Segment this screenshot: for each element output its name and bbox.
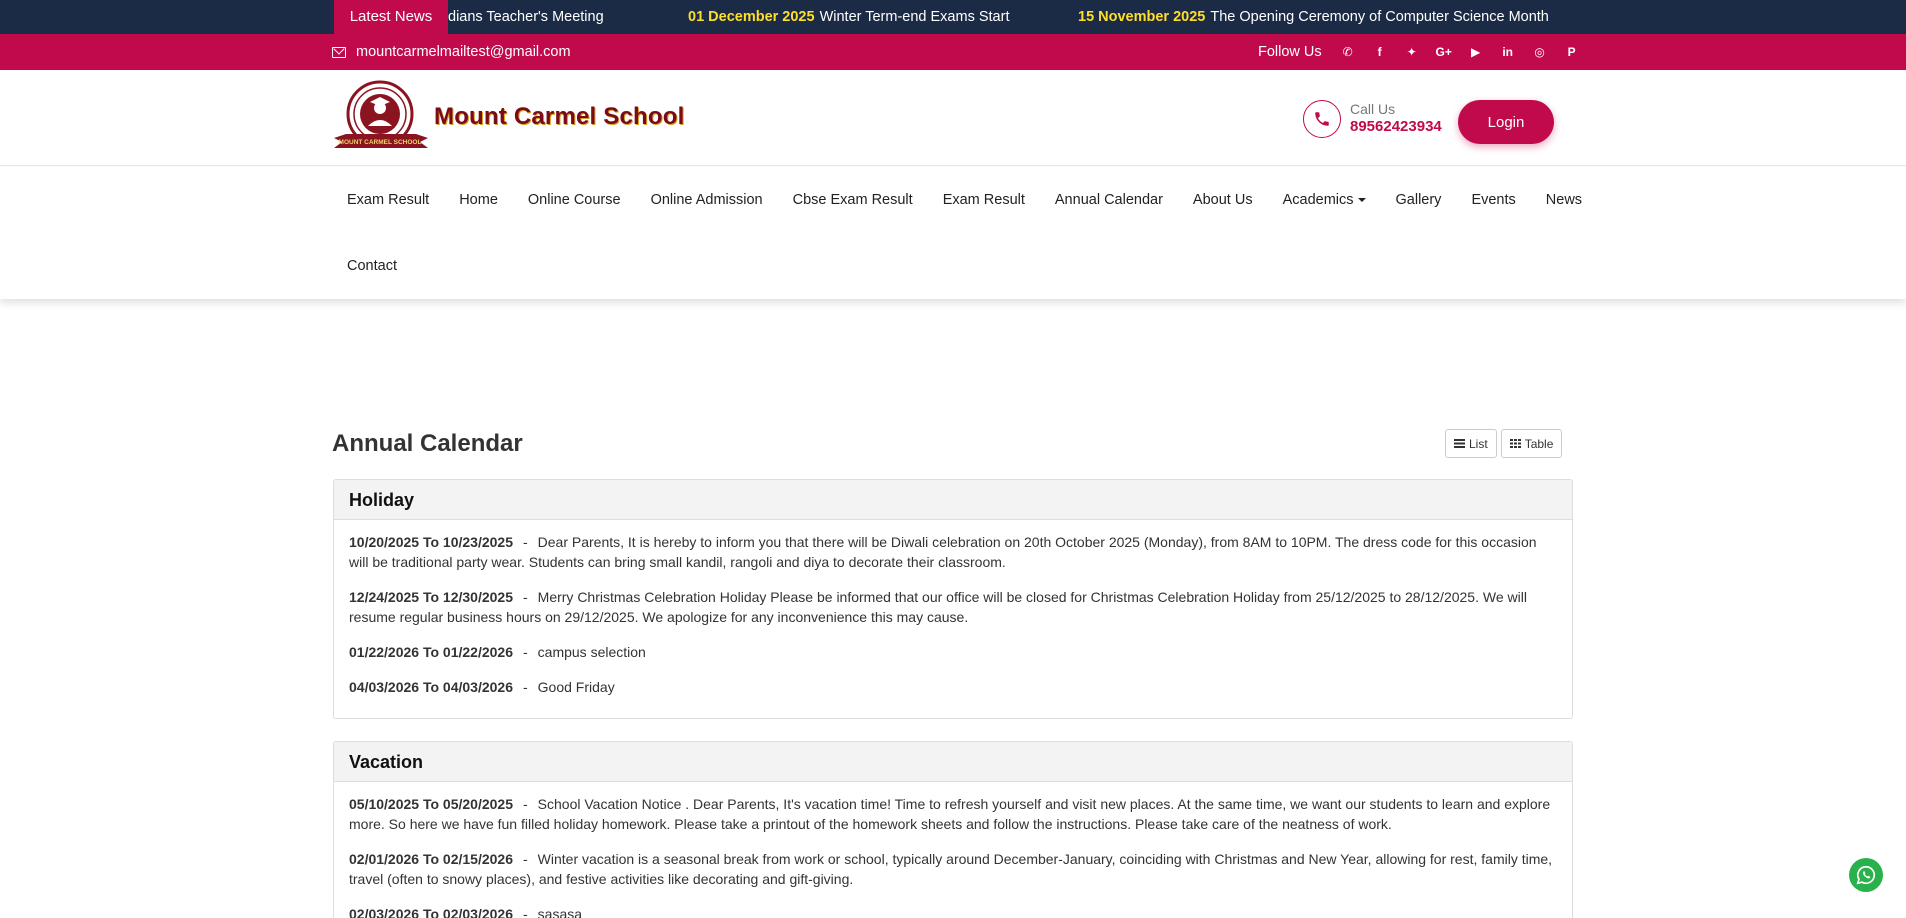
event-text: campus selection: [537, 644, 646, 660]
ticker-item-text: The Opening Ceremony of Computer Science…: [1210, 9, 1549, 25]
nav-item-events[interactable]: Events: [1456, 167, 1530, 233]
nav-item-online-course[interactable]: Online Course: [513, 167, 636, 233]
table-view-button[interactable]: Table: [1500, 429, 1563, 458]
vacation-panel: Vacation 05/10/2025 To 05/20/2025- School…: [333, 741, 1573, 918]
table-view-label: Table: [1524, 436, 1554, 451]
site-header: MOUNT CARMEL SCHOOL Mount Carmel School …: [0, 70, 1906, 166]
pinterest-icon[interactable]: P: [1556, 45, 1588, 59]
separator: -: [522, 679, 528, 695]
follow-us: Follow Us ✆ f ✦ G+ ▶ in ◎ P: [1258, 34, 1588, 70]
nav-item-exam-result[interactable]: Exam Result: [332, 167, 444, 233]
nav-item-about-us[interactable]: About Us: [1178, 167, 1268, 233]
event-date-range: 01/22/2026 To 01/22/2026: [349, 644, 513, 660]
nav-item-academics[interactable]: Academics: [1268, 167, 1381, 233]
grid-icon: [1509, 439, 1521, 448]
nav-item-exam-result-2[interactable]: Exam Result: [928, 167, 1040, 233]
panel-body: 10/20/2025 To 10/23/2025- Dear Parents, I…: [334, 520, 1572, 718]
email-text: mountcarmelmailtest@gmail.com: [356, 44, 571, 60]
ticker-item[interactable]: 15 November 2025 The Opening Ceremony of …: [1078, 0, 1549, 34]
event-date-range: 02/01/2026 To 02/15/2026: [349, 851, 513, 867]
ticker-item-date: 01 December 2025: [688, 9, 815, 25]
list-item: 02/01/2026 To 02/15/2026- Winter vacation…: [349, 849, 1557, 889]
separator: -: [522, 644, 528, 660]
school-seal-icon: MOUNT CARMEL SCHOOL: [332, 78, 430, 156]
phone-icon: [1303, 100, 1341, 138]
ticker-item-text: Winter Term-end Exams Start: [819, 9, 1010, 25]
instagram-icon[interactable]: ◎: [1524, 45, 1556, 59]
nav-item-annual-calendar[interactable]: Annual Calendar: [1040, 167, 1178, 233]
page-title: Annual Calendar: [332, 430, 523, 457]
google-plus-icon[interactable]: G+: [1428, 45, 1460, 59]
linkedin-icon[interactable]: in: [1492, 45, 1524, 59]
nav-item-contact[interactable]: Contact: [332, 233, 412, 299]
nav-item-gallery[interactable]: Gallery: [1381, 167, 1457, 233]
school-name: Mount Carmel School: [434, 103, 685, 130]
event-date-range: 12/24/2025 To 12/30/2025: [349, 589, 513, 605]
panel-heading: Vacation: [334, 742, 1572, 782]
follow-us-label: Follow Us: [1258, 44, 1322, 60]
latest-news-ticker: Latest News dians Teacher's Meeting 01 D…: [0, 0, 1906, 34]
panel-heading: Holiday: [334, 480, 1572, 520]
whatsapp-chat-icon[interactable]: [1849, 858, 1883, 892]
caret-down-icon: [1357, 198, 1366, 203]
panel-body: 05/10/2025 To 05/20/2025- School Vacation…: [334, 782, 1572, 918]
holiday-panel: Holiday 10/20/2025 To 10/23/2025- Dear Pa…: [333, 479, 1573, 719]
facebook-icon[interactable]: f: [1364, 45, 1396, 59]
login-button[interactable]: Login: [1458, 100, 1554, 144]
list-item: 05/10/2025 To 05/20/2025- School Vacation…: [349, 794, 1557, 834]
event-text: sasasa: [537, 906, 583, 918]
email-link[interactable]: mountcarmelmailtest@gmail.com: [332, 34, 571, 70]
view-toggle: List Table: [1445, 429, 1563, 458]
list-item: 12/24/2025 To 12/30/2025- Merry Christmas…: [349, 587, 1557, 627]
list-item: 04/03/2026 To 04/03/2026- Good Friday: [349, 677, 1557, 697]
main-nav: Exam Result Home Online Course Online Ad…: [0, 167, 1906, 299]
separator: -: [522, 851, 528, 867]
nav-item-news[interactable]: News: [1531, 167, 1597, 233]
ticker-item-date: 15 November 2025: [1078, 9, 1206, 25]
nav-item-cbse-exam-result[interactable]: Cbse Exam Result: [778, 167, 928, 233]
whatsapp-icon[interactable]: ✆: [1332, 45, 1364, 59]
nav-item-home[interactable]: Home: [444, 167, 513, 233]
separator: -: [522, 534, 528, 550]
separator: -: [522, 796, 528, 812]
event-text: Good Friday: [537, 679, 615, 695]
list-item: 02/03/2026 To 02/03/2026- sasasa: [349, 904, 1557, 918]
list-icon: [1454, 439, 1465, 448]
envelope-icon: [332, 46, 346, 58]
call-text: Call Us 89562423934: [1350, 101, 1442, 137]
event-date-range: 04/03/2026 To 04/03/2026: [349, 679, 513, 695]
nav-row: Contact: [332, 233, 412, 299]
list-view-label: List: [1469, 436, 1488, 451]
nav-item-academics-label: Academics: [1282, 192, 1354, 208]
event-date-range: 02/03/2026 To 02/03/2026: [349, 906, 513, 918]
list-item: 10/20/2025 To 10/23/2025- Dear Parents, I…: [349, 532, 1557, 572]
ticker-item[interactable]: dians Teacher's Meeting: [448, 0, 604, 34]
latest-news-label: Latest News: [334, 0, 448, 34]
list-view-button[interactable]: List: [1445, 429, 1497, 458]
twitter-icon[interactable]: ✦: [1396, 45, 1428, 59]
school-logo[interactable]: MOUNT CARMEL SCHOOL Mount Carmel School: [332, 78, 684, 156]
ticker-track: dians Teacher's Meeting 01 December 2025…: [448, 0, 1568, 34]
event-date-range: 10/20/2025 To 10/23/2025: [349, 534, 513, 550]
contact-bar: mountcarmelmailtest@gmail.com Follow Us …: [0, 34, 1906, 70]
nav-row: Exam Result Home Online Course Online Ad…: [332, 167, 1597, 233]
separator: -: [522, 589, 528, 605]
svg-text:MOUNT CARMEL SCHOOL: MOUNT CARMEL SCHOOL: [339, 139, 422, 146]
ticker-item-text: dians Teacher's Meeting: [448, 9, 604, 25]
list-item: 01/22/2026 To 01/22/2026- campus selectio…: [349, 642, 1557, 662]
nav-item-online-admission[interactable]: Online Admission: [636, 167, 778, 233]
call-us[interactable]: Call Us 89562423934: [1303, 100, 1442, 138]
call-label: Call Us: [1350, 101, 1396, 117]
separator: -: [522, 906, 528, 918]
event-date-range: 05/10/2025 To 05/20/2025: [349, 796, 513, 812]
youtube-icon[interactable]: ▶: [1460, 45, 1492, 59]
call-number: 89562423934: [1350, 118, 1442, 135]
ticker-item[interactable]: 01 December 2025 Winter Term-end Exams St…: [688, 0, 1009, 34]
